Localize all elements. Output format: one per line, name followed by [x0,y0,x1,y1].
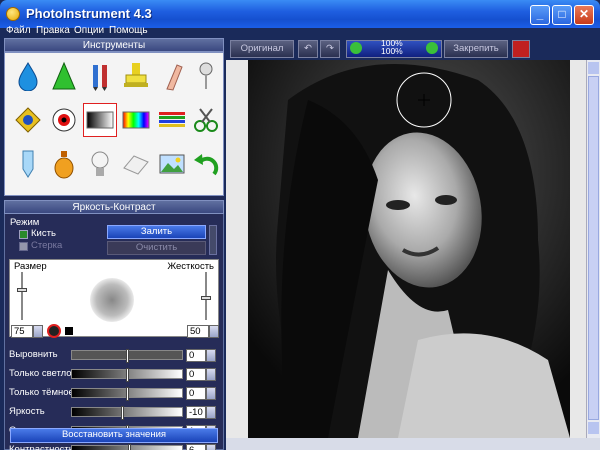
bc-row-spinner[interactable] [206,444,216,450]
vertical-scrollbar[interactable] [586,60,600,438]
horizontal-scrollbar[interactable] [226,438,600,450]
hardness-input[interactable]: 50 [187,325,209,338]
bc-row-slider[interactable] [71,349,183,363]
thumbnail-icon[interactable] [512,40,530,58]
eraser-icon[interactable] [119,147,153,181]
scroll-up-icon[interactable] [588,62,599,74]
eraser-label: Стерка [31,240,63,251]
bc-row-slider[interactable] [71,406,183,420]
menu-edit[interactable]: Правка [36,25,70,36]
zoom-control: 100% 100% [346,39,442,58]
size-slider-thumb[interactable] [17,288,27,292]
minimize-button[interactable]: _ [530,5,550,25]
gradient-icon[interactable] [83,103,117,137]
bc-row-input[interactable]: 6 [186,444,206,450]
bc-row-slider-thumb[interactable] [126,368,129,382]
bc-row-slider[interactable] [71,368,183,382]
bc-row-spinner[interactable] [206,387,216,400]
color-rainbow-icon[interactable] [119,103,153,137]
bc-row-spinner[interactable] [206,406,216,419]
top-toolbar: Оригинал ↶ ↷ 100% 100% Закрепить [226,38,600,60]
hardness-slider-thumb[interactable] [201,296,211,300]
undo-button[interactable]: ↶ [298,40,318,58]
title-bar: PhotoInstrument 4.3 _ □ ✕ [0,0,600,28]
brush-checkbox[interactable] [19,230,28,239]
blur-drop-icon[interactable] [11,59,45,93]
size-spinner[interactable] [33,325,43,338]
bc-row-slider[interactable] [71,444,183,450]
clear-button[interactable]: Очистить [107,241,206,255]
eraser-checkbox[interactable] [19,242,28,251]
scroll-thumb[interactable] [588,76,599,420]
bulb-icon[interactable] [83,147,117,181]
bc-row-label: Яркость [9,406,45,417]
size-slider[interactable] [21,272,23,320]
original-button[interactable]: Оригинал [230,40,294,58]
image-canvas[interactable] [226,60,586,438]
brush-shape-round[interactable] [47,324,61,338]
bc-row-slider[interactable] [71,387,183,401]
bc-row-slider-thumb[interactable] [128,444,132,450]
portrait-photo[interactable] [248,60,570,438]
zoom-in-icon[interactable] [426,42,438,54]
tube-icon[interactable] [11,147,45,181]
scissors-icon[interactable] [189,103,223,137]
bc-row-slider-thumb[interactable] [126,349,129,363]
bc-row-input[interactable]: -10 [186,406,206,419]
brightness-contrast-panel: Яркость-Контраст Режим Кисть Стерка Зали… [4,200,224,450]
bc-row-label: Контрастность [9,444,74,450]
bc-row-spinner[interactable] [206,368,216,381]
size-label: Размер [14,261,47,272]
left-panel: Инструменты Яркость-Контраст Режим Кисть… [4,38,224,450]
bc-row-label: Только светлое [9,368,77,379]
mode-label: Режим [10,217,40,228]
pin-icon[interactable] [189,59,223,93]
tools-panel-title: Инструменты [4,38,224,52]
bc-row-label: Выровнить [9,349,58,360]
brush-label: Кисть [31,228,56,239]
zoom-level-bottom: 100% [381,46,403,56]
sharpen-cone-icon[interactable] [47,59,81,93]
redo-button[interactable]: ↷ [320,40,340,58]
bc-row-input[interactable]: 0 [186,349,206,362]
hardness-spinner[interactable] [209,325,219,338]
bc-row-slider-thumb[interactable] [120,406,124,420]
picture-icon[interactable] [155,147,189,181]
undo-arrow-icon[interactable] [189,147,223,181]
close-button[interactable]: ✕ [574,5,594,25]
stamp-icon[interactable] [119,59,153,93]
bc-row-input[interactable]: 0 [186,368,206,381]
perfume-icon[interactable] [47,147,81,181]
hardness-label: Жесткость [167,261,214,272]
bc-row-slider-thumb[interactable] [126,387,129,401]
window-title: PhotoInstrument 4.3 [26,6,152,21]
pencil-icon[interactable] [83,59,117,93]
tools-grid [4,52,224,196]
menu-help[interactable]: Помощь [109,25,148,36]
zoom-out-icon[interactable] [350,42,362,54]
fill-button[interactable]: Залить [107,225,206,239]
magic-icon[interactable] [11,103,45,137]
menu-bar: Файл Правка Опции Помощь [0,25,600,38]
color-lines-icon[interactable] [155,103,189,137]
bc-row-label: Только тёмное [9,387,74,398]
brush-shape-square[interactable] [65,327,73,335]
red-eye-icon[interactable] [47,103,81,137]
menu-options[interactable]: Опции [74,25,104,36]
menu-file[interactable]: Файл [6,25,31,36]
finger-icon[interactable] [155,59,189,93]
scroll-down-icon[interactable] [588,422,599,434]
size-input[interactable]: 75 [11,325,33,338]
mode-scrollbar[interactable] [209,225,217,255]
maximize-button[interactable]: □ [552,5,572,25]
bc-panel-title: Яркость-Контраст [4,200,224,214]
app-icon [6,7,20,21]
reset-values-button[interactable]: Восстановить значения [10,428,218,443]
apply-button[interactable]: Закрепить [444,40,508,58]
bc-row-input[interactable]: 0 [186,387,206,400]
bc-row-spinner[interactable] [206,349,216,362]
brush-preview [90,278,134,322]
